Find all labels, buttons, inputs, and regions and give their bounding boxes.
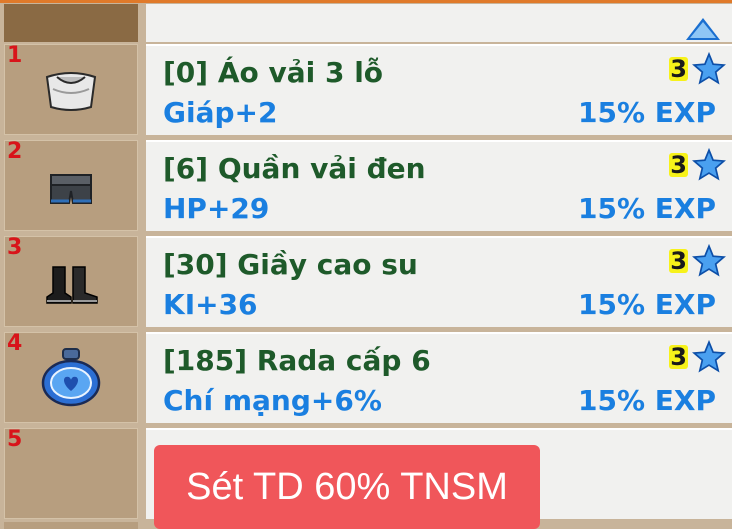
list-item[interactable]: 4 [185] Rada cấp 6 Chí mạng+6% 15% EXP 3	[0, 331, 732, 423]
item-slot[interactable]: 1	[4, 43, 138, 135]
item-exp: 15% EXP	[577, 96, 716, 129]
slot-number: 5	[7, 427, 23, 452]
set-bonus-banner: Sét TD 60% TNSM	[154, 445, 540, 529]
slot-number: 4	[7, 331, 23, 356]
slot-number: 2	[7, 139, 23, 164]
item-stat: Chí mạng+6%	[163, 384, 382, 417]
star-icon	[692, 52, 726, 85]
item-slot[interactable]: 4	[4, 331, 138, 423]
item-info: [0] Áo vải 3 lỗ Giáp+2 15% EXP 3	[146, 44, 732, 135]
item-info: [185] Rada cấp 6 Chí mạng+6% 15% EXP 3	[146, 332, 732, 423]
item-info: [30] Giầy cao su KI+36 15% EXP 3	[146, 236, 732, 327]
boots-icon	[46, 266, 98, 304]
list-item[interactable]: 3 [30] Giầy cao su KI+36 15% EXP 3	[0, 235, 732, 327]
shorts-icon	[50, 174, 92, 204]
list-item[interactable]: 2 [6] Quần vải đen HP+29 15% EXP 3	[0, 139, 732, 231]
item-slot[interactable]: 3	[4, 235, 138, 327]
item-exp: 15% EXP	[577, 384, 716, 417]
slot-number: 3	[7, 235, 23, 260]
item-slot[interactable]: 5	[4, 427, 138, 519]
star-rating: 3	[669, 340, 726, 374]
item-exp: 15% EXP	[577, 288, 716, 321]
item-name: [30] Giầy cao su	[163, 248, 418, 281]
star-icon	[692, 340, 726, 373]
item-stat: HP+29	[163, 192, 270, 225]
item-exp: 15% EXP	[577, 192, 716, 225]
star-icon	[692, 148, 726, 181]
list-item[interactable]: 1 [0] Áo vải 3 lỗ Giáp+2 15% EXP 3	[0, 43, 732, 135]
item-stat: KI+36	[163, 288, 258, 321]
slot-number: 1	[7, 43, 23, 68]
item-slot[interactable]: 2	[4, 139, 138, 231]
star-count: 3	[669, 55, 688, 83]
item-name: [0] Áo vải 3 lỗ	[163, 56, 384, 89]
item-name: [6] Quần vải đen	[163, 152, 426, 185]
header-slot	[4, 4, 138, 42]
item-info: [6] Quần vải đen HP+29 15% EXP 3	[146, 140, 732, 231]
star-rating: 3	[669, 148, 726, 182]
radar-icon	[41, 348, 101, 407]
shirt-icon	[45, 72, 97, 111]
item-stat: Giáp+2	[163, 96, 278, 129]
star-count: 3	[669, 343, 688, 371]
star-count: 3	[669, 247, 688, 275]
list-header	[146, 4, 732, 42]
item-name: [185] Rada cấp 6	[163, 344, 431, 377]
next-slot-edge	[4, 522, 138, 529]
star-count: 3	[669, 151, 688, 179]
top-accent-line	[0, 0, 732, 3]
up-arrow-icon[interactable]	[686, 18, 720, 40]
star-rating: 3	[669, 244, 726, 278]
star-icon	[692, 244, 726, 277]
star-rating: 3	[669, 52, 726, 86]
